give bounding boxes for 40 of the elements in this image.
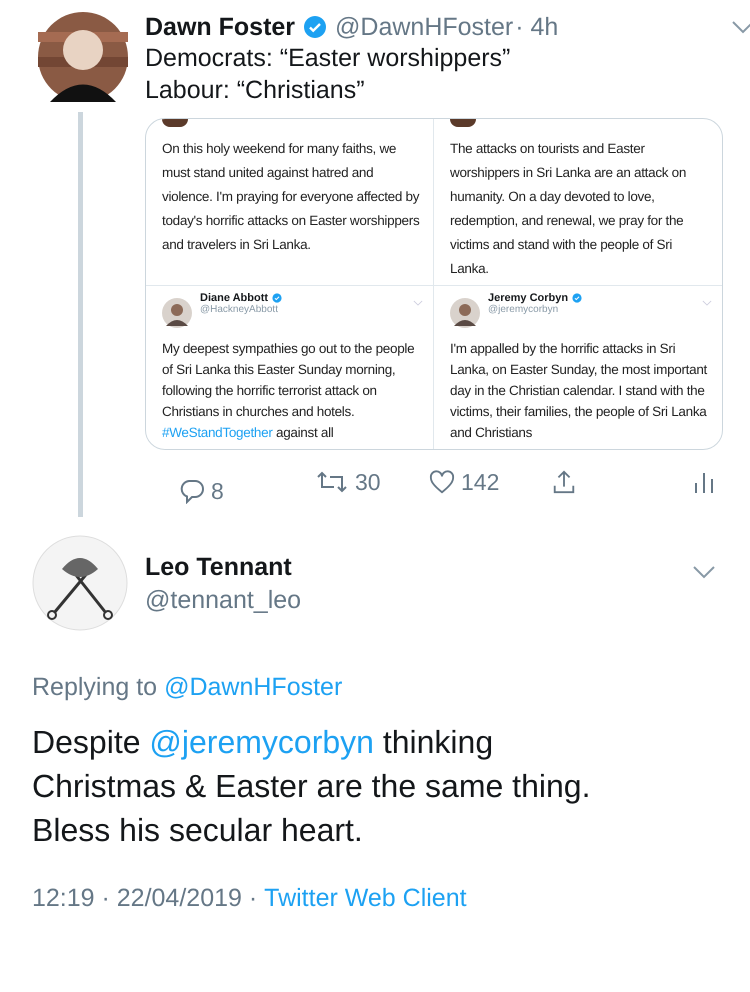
avatar[interactable] [32,535,128,631]
embedded-tweet-text: On this holy weekend for many faiths, we must stand united against hatred and violence. I'm praying for everyone affected by today's horrific attacks on Easter worshippers and travelers in Sri Lanka. [162,140,420,254]
tweet-time: · 4h [515,12,558,42]
chevron-icon[interactable] [692,565,716,579]
mention-link[interactable]: @jeremycorbyn [149,724,374,760]
heart-icon[interactable] [429,469,455,495]
embedded-author-handle: @jeremycorbyn [488,304,560,315]
retweet-icon[interactable] [315,469,349,495]
mention-link[interactable]: @DawnHFoster [164,673,342,702]
avatar [162,298,192,328]
embedded-tweet-text: The attacks on tourists and Easter worshippers in Sri Lanka are an attack on humanity. On a day devoted to love, redemption, and renewal, we pray for the victims and stand with the people of Sri Lanka. [450,140,688,278]
author-handle: @DawnHFoster [335,12,514,42]
embedded-tweet-text: My deepest sympathies go out to the people of Sri Lanka this Easter Sunday morning, following the horrific terrorist attack on Christians in churches and hotels. #WeStandTogether against all [162,340,416,442]
author-name[interactable]: Leo Tennant [145,553,302,582]
chevron-icon[interactable] [731,20,750,34]
chevron-icon [702,300,712,306]
embedded-author-handle: @HackneyAbbott [200,304,279,315]
hashtag-link[interactable]: #WeStandTogether [162,425,273,440]
avatar [450,119,476,127]
action-count: 30 [355,468,381,496]
author-name[interactable]: Dawn Foster [145,12,296,42]
chevron-icon [413,300,423,306]
reply-text: Despite @jeremycorbyn thinking Christmas & Easter are the same thing. Bless his secular heart. [32,723,592,850]
embedded-author-name: Diane Abbott [200,292,268,304]
tweet-text: Democrats: “Easter worshippers” [145,43,512,74]
action-count: 142 [461,468,500,496]
timestamp: 12:19 · 22/04/2019 · [32,884,258,913]
attached-image[interactable] [145,118,723,450]
tweet-text: Labour: “Christians” [145,75,366,106]
share-icon[interactable] [551,469,577,495]
embedded-tweet-text: I'm appalled by the horrific attacks in Sri Lanka, on Easter Sunday, the most important day in the Christian calendar. I stand with the victims, their families, the people of Sri Lanka and Christians [450,340,708,442]
source-link[interactable]: Twitter Web Client [264,884,467,913]
author-handle: @tennant_leo [145,586,302,615]
avatar [450,298,480,328]
reply-icon[interactable] [179,478,205,504]
replying-label: Replying to [32,673,158,702]
avatar[interactable] [38,12,128,102]
avatar [162,119,188,127]
action-count: 8 [211,478,224,504]
embedded-author-name: Jeremy Corbyn [488,292,568,304]
